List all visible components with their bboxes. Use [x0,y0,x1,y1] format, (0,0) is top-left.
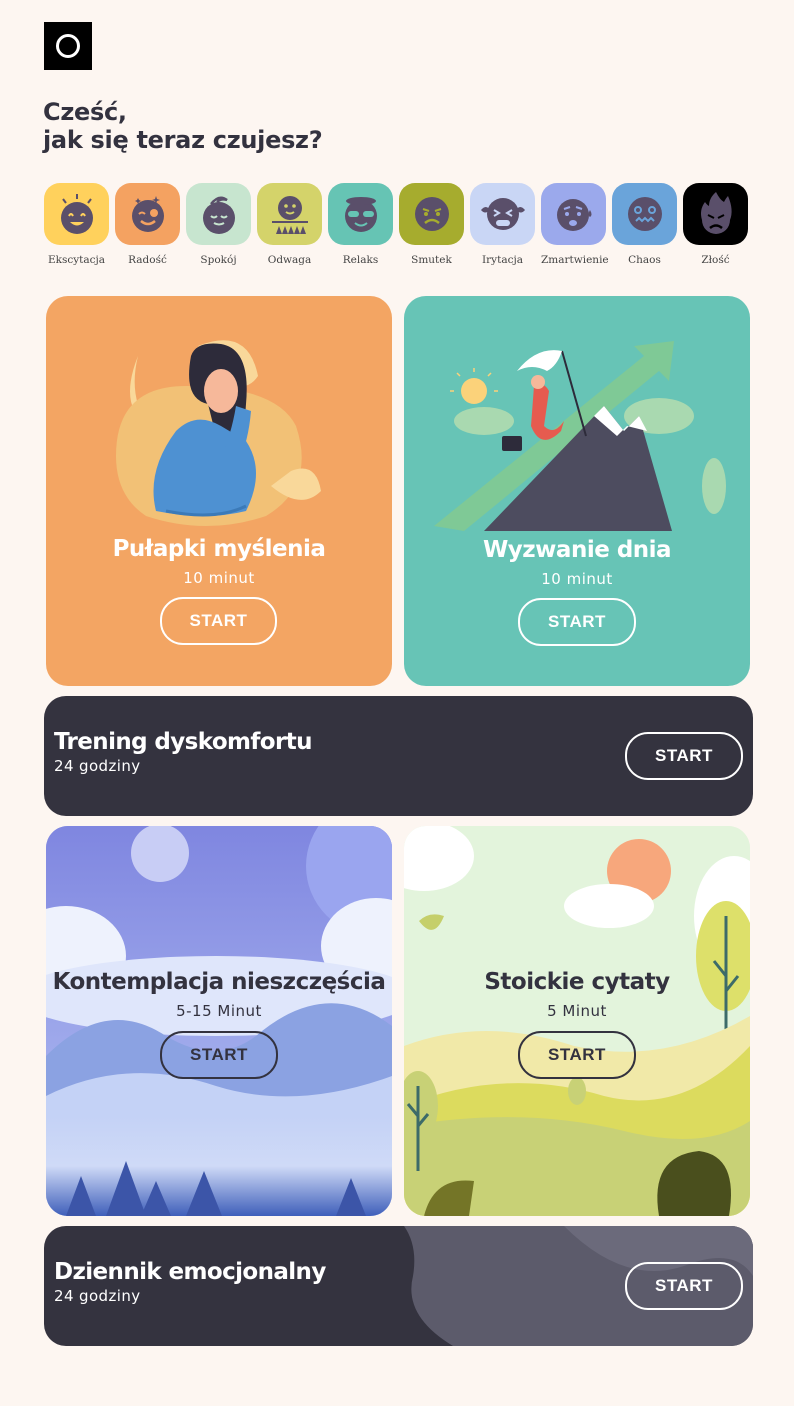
mood-excitement[interactable]: Ekscytacja [44,183,109,266]
mood-label: Irytacja [482,254,523,266]
mood-label: Odwaga [267,254,312,266]
start-button[interactable]: START [625,732,743,780]
start-button[interactable]: START [518,598,636,646]
mood-chaos[interactable]: Chaos [612,183,677,266]
worried-face-icon [541,183,606,245]
card-title: Wyzwanie dnia [482,537,672,563]
calm-face-icon [186,183,251,245]
card-duration: 5 Minut [547,1002,607,1020]
card-duration: 5-15 Minut [176,1002,262,1020]
card-title: Stoickie cytaty [484,969,670,995]
start-button[interactable]: START [160,1031,278,1079]
card-emotional-journal[interactable]: Dziennik emocjonalny 24 godziny START [44,1226,753,1346]
start-button[interactable]: START [518,1031,636,1079]
card-daily-challenge[interactable]: Wyzwanie dnia 10 minut START [404,296,750,686]
card-discomfort-training[interactable]: Trening dyskomfortu 24 godziny START [44,696,753,816]
mood-anger[interactable]: Złość [683,183,748,266]
mood-label: Relaks [342,254,379,266]
card-stoic-quotes[interactable]: Stoickie cytaty 5 Minut START [404,826,750,1216]
mood-calm[interactable]: Spokój [186,183,251,266]
start-button[interactable]: START [625,1262,743,1310]
mood-sadness[interactable]: Smutek [399,183,464,266]
wink-face-icon [115,183,180,245]
green-hills-illustration [404,826,750,1216]
mood-irritation[interactable]: Irytacja [470,183,535,266]
mood-selector: Ekscytacja Radość Spokój Odwaga Relaks S… [44,183,750,273]
card-duration: 24 godziny [54,1287,141,1305]
irritated-face-icon [470,183,535,245]
mood-label: Radość [128,254,167,266]
mood-label: Spokój [200,254,237,266]
app-logo[interactable] [44,22,92,70]
mood-joy[interactable]: Radość [115,183,180,266]
mood-relax[interactable]: Relaks [328,183,393,266]
foggy-mountains-illustration [46,826,392,1216]
mood-label: Smutek [411,254,452,266]
card-duration: 10 minut [183,569,255,587]
excited-face-icon [44,183,109,245]
relaxed-face-icon [328,183,393,245]
mood-label: Zmartwienie [541,254,609,266]
greeting-heading: Cześć, jak się teraz czujesz? [43,98,323,154]
logo-ring-icon [56,34,80,58]
sad-face-icon [399,183,464,245]
mountain-climber-illustration [434,341,726,531]
card-title: Kontemplacja nieszczęścia [52,969,386,995]
mood-label: Chaos [628,254,661,266]
brave-face-icon [257,183,322,245]
card-title: Dziennik emocjonalny [54,1259,326,1285]
mood-label: Ekscytacja [47,254,106,266]
card-duration: 10 minut [541,570,613,588]
card-title: Trening dyskomfortu [54,729,313,755]
mood-worry[interactable]: Zmartwienie [541,183,609,266]
card-duration: 24 godziny [54,757,141,775]
mood-courage[interactable]: Odwaga [257,183,322,266]
chaos-face-icon [612,183,677,245]
mood-label: Złość [701,254,730,266]
angry-fire-icon [683,183,748,245]
card-title: Pułapki myślenia [112,536,326,562]
card-thinking-traps[interactable]: Pułapki myślenia 10 minut START [46,296,392,686]
greeting-line-2: jak się teraz czujesz? [43,126,323,154]
start-button[interactable]: START [160,597,277,645]
greeting-line-1: Cześć, [43,98,127,126]
card-misfortune-contemplation[interactable]: Kontemplacja nieszczęścia 5-15 Minut STA… [46,826,392,1216]
thinking-woman-illustration [116,340,321,526]
